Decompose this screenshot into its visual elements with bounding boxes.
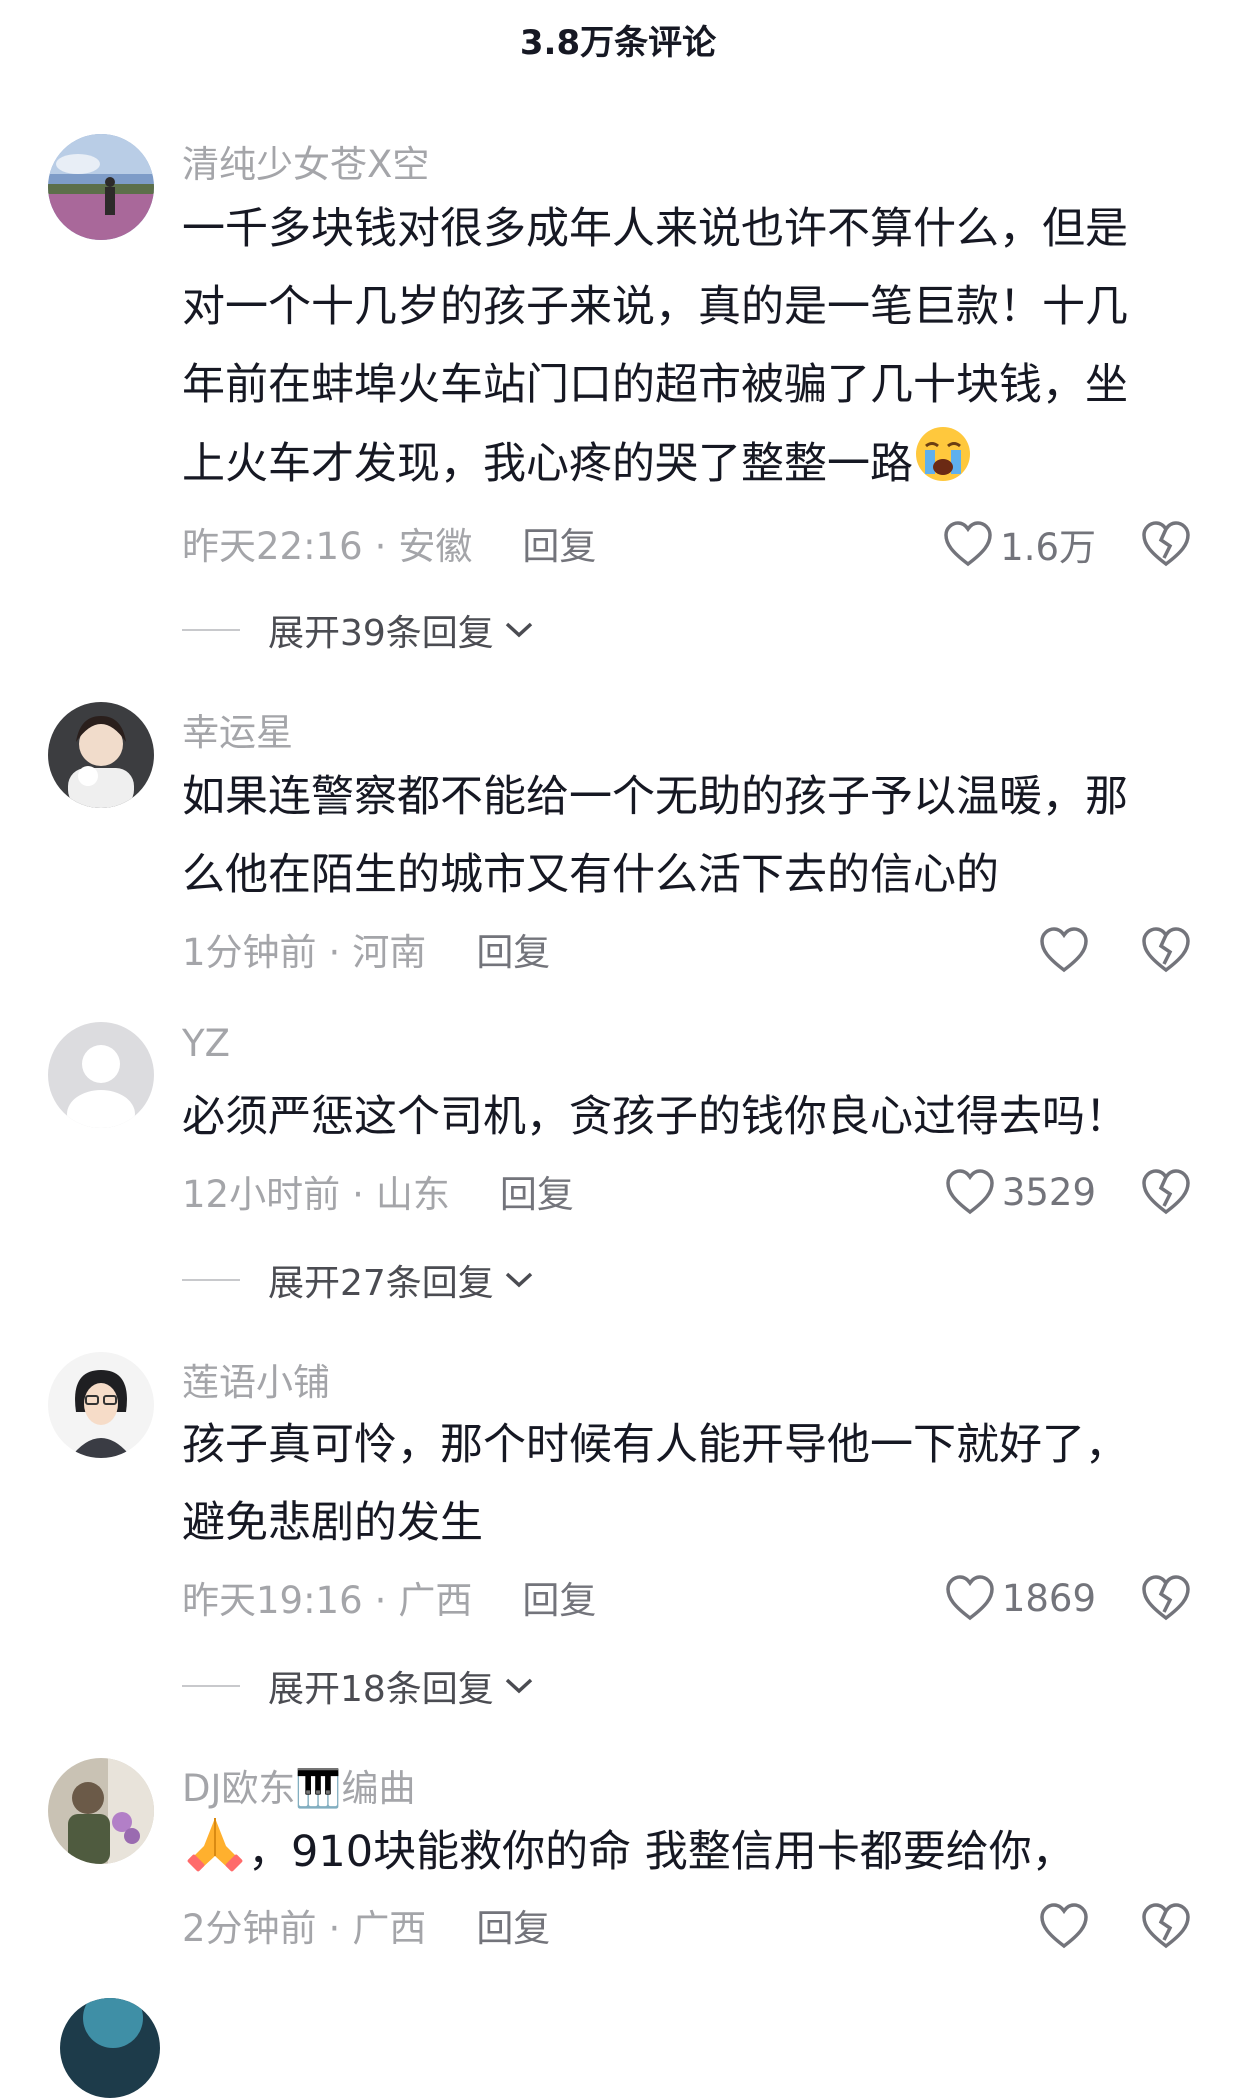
divider xyxy=(182,1279,240,1281)
separator-dot: · xyxy=(374,525,387,568)
comment-location: 河南 xyxy=(352,931,427,974)
avatar[interactable] xyxy=(48,134,154,240)
broken-heart-icon[interactable] xyxy=(1140,1168,1192,1216)
expand-replies-label: 展开27条回复 xyxy=(268,1263,494,1304)
comment-meta: 1分钟前 · 河南 回复 xyxy=(182,922,550,976)
like-count: 3529 xyxy=(1001,1170,1096,1214)
avatar[interactable] xyxy=(48,702,154,808)
chevron-down-icon xyxy=(505,1678,532,1694)
comment-line: 一千多块钱对很多成年人来说也许不算什么，但是 xyxy=(182,204,1128,254)
comment-location: 广西 xyxy=(352,1907,427,1950)
broken-heart-icon[interactable] xyxy=(1140,926,1192,974)
like-button[interactable] xyxy=(1038,1898,1096,1954)
username[interactable]: DJ欧东🎹编曲 xyxy=(182,1758,415,1812)
expand-replies-button[interactable]: 展开39条回复 xyxy=(182,604,536,656)
username[interactable]: 清纯少女苍X空 xyxy=(182,134,429,188)
reply-button[interactable]: 回复 xyxy=(500,1173,574,1216)
comment-location: 广西 xyxy=(398,1579,473,1622)
avatar[interactable] xyxy=(48,1352,154,1458)
comment-count-title: 3.8万条评论 xyxy=(519,23,717,63)
username[interactable]: 莲语小铺 xyxy=(182,1352,330,1406)
separator-dot: · xyxy=(374,1579,387,1622)
expand-replies-button[interactable]: 展开27条回复 xyxy=(182,1254,536,1306)
username[interactable]: YZ xyxy=(182,1022,230,1065)
expand-replies-label: 展开18条回复 xyxy=(268,1669,494,1710)
avatar[interactable] xyxy=(48,1758,154,1864)
comment-text: 如果连警察都不能给一个无助的孩子予以温暖，那 么他在陌生的城市又有什么活下去的信… xyxy=(182,758,1182,914)
comment-line: 避免悲剧的发生 xyxy=(182,1498,483,1548)
reply-button[interactable]: 回复 xyxy=(476,1907,550,1950)
like-button[interactable] xyxy=(1038,922,1096,978)
broken-heart-icon[interactable] xyxy=(1140,1574,1192,1622)
divider xyxy=(182,629,240,631)
avatar[interactable] xyxy=(60,1998,160,2098)
like-button[interactable]: 1.6万 xyxy=(942,516,1096,572)
comment-meta: 昨天19:16 · 广西 回复 xyxy=(182,1570,596,1624)
comment-line: 孩子真可怜，那个时候有人能开导他一下就好了， xyxy=(182,1420,1128,1470)
comment-location: 山东 xyxy=(375,1173,450,1216)
reply-button[interactable]: 回复 xyxy=(476,931,550,974)
comment-line: 上火车才发现，我心疼的哭了整整一路 xyxy=(182,439,913,489)
comment-time: 2分钟前 xyxy=(182,1907,317,1950)
comment-line: 年前在蚌埠火车站门口的超市被骗了几十块钱，坐 xyxy=(182,360,1128,410)
like-count: 1.6万 xyxy=(1000,526,1096,569)
separator-dot: · xyxy=(328,931,341,974)
comment-meta: 12小时前 · 山东 回复 xyxy=(182,1164,574,1218)
reply-button[interactable]: 回复 xyxy=(522,525,596,568)
separator-dot: · xyxy=(352,1173,364,1216)
like-button[interactable]: 3529 xyxy=(944,1164,1096,1220)
loudly-crying-face-icon xyxy=(913,424,973,509)
avatar[interactable] xyxy=(48,1022,154,1128)
expand-replies-label: 展开39条回复 xyxy=(268,613,494,654)
heart-outline-icon xyxy=(1040,1903,1088,1949)
comment-line: 如果连警察都不能给一个无助的孩子予以温暖，那 xyxy=(182,772,1128,822)
like-count: 1869 xyxy=(1001,1576,1096,1620)
heart-outline-icon xyxy=(946,1575,994,1621)
comment-time: 昨天22:16 xyxy=(182,525,363,568)
chevron-down-icon xyxy=(505,1272,532,1288)
broken-heart-icon[interactable] xyxy=(1140,1902,1192,1950)
comment-text: 必须严惩这个司机，贪孩子的钱你良心过得去吗！ xyxy=(182,1078,1182,1156)
comment-meta: 昨天22:16 · 安徽 回复 xyxy=(182,516,596,570)
username[interactable]: 幸运星 xyxy=(182,702,293,756)
comment-text: 孩子真可怜，那个时候有人能开导他一下就好了， 避免悲剧的发生 xyxy=(182,1406,1182,1562)
like-button[interactable]: 1869 xyxy=(944,1570,1096,1626)
expand-replies-button[interactable]: 展开18条回复 xyxy=(182,1660,536,1712)
divider xyxy=(182,1685,240,1687)
comment-text: 一千多块钱对很多成年人来说也许不算什么，但是 对一个十几岁的孩子来说，真的是一笔… xyxy=(182,190,1182,509)
comment-line: ，910块能救你的命 我整信用卡都要给你， xyxy=(248,1827,1075,1877)
comment-meta: 2分钟前 · 广西 回复 xyxy=(182,1898,550,1952)
reply-button[interactable]: 回复 xyxy=(522,1579,596,1622)
chevron-down-icon xyxy=(505,622,532,638)
comment-line: 对一个十几岁的孩子来说，真的是一笔巨款！十几 xyxy=(182,282,1128,332)
broken-heart-icon[interactable] xyxy=(1140,520,1192,568)
comment-line: 么他在陌生的城市又有什么活下去的信心的 xyxy=(182,850,999,900)
comment-text: ，910块能救你的命 我整信用卡都要给你， xyxy=(182,1812,1182,1897)
folded-hands-icon xyxy=(182,1812,248,1897)
comment-time: 1分钟前 xyxy=(182,931,317,974)
heart-outline-icon xyxy=(946,1169,994,1215)
comment-time: 12小时前 xyxy=(182,1173,341,1216)
heart-outline-icon xyxy=(944,521,992,567)
heart-outline-icon xyxy=(1040,927,1088,973)
comment-time: 昨天19:16 xyxy=(182,1579,363,1622)
comment-location: 安徽 xyxy=(398,525,473,568)
separator-dot: · xyxy=(328,1907,341,1950)
comment-line: 必须严惩这个司机，贪孩子的钱你良心过得去吗！ xyxy=(182,1092,1128,1142)
